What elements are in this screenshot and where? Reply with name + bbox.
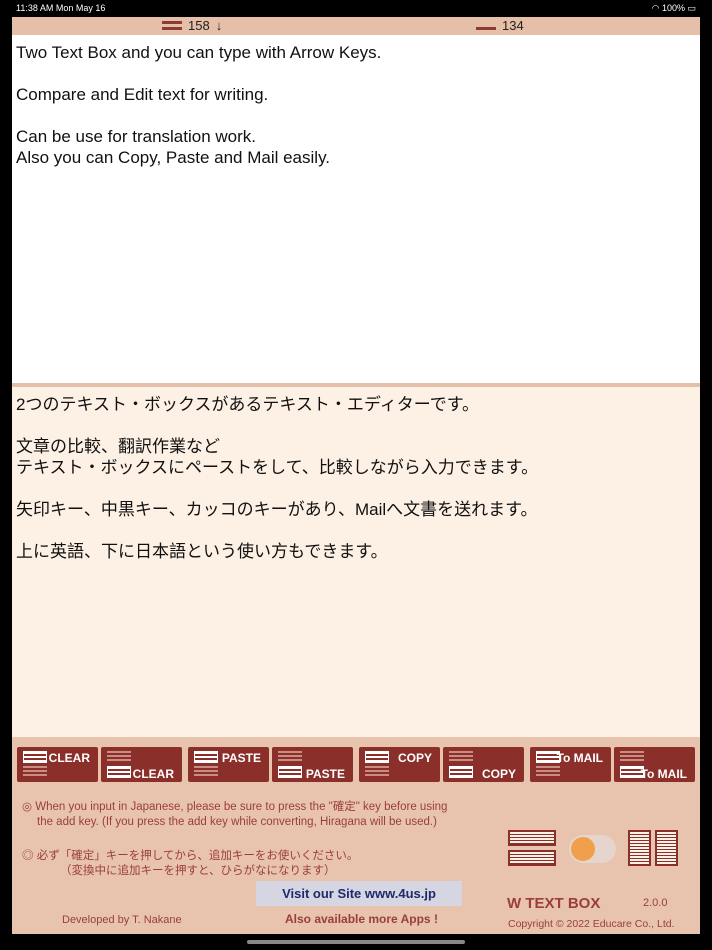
top-bar: 158 ↓ 134 xyxy=(12,17,700,35)
lower-text-content[interactable]: 2つのテキスト・ボックスがあるテキスト・エディターです。 文章の比較、翻訳作業など… xyxy=(12,387,700,569)
home-indicator[interactable] xyxy=(247,940,465,944)
english-note: ◎ When you input in Japanese, please be … xyxy=(22,800,447,830)
left-box-icon xyxy=(628,830,651,866)
upper-box-icon xyxy=(620,751,644,763)
text-line: テキスト・ボックスにペーストをして、比較しながら入力できます。 xyxy=(16,458,539,477)
upper-box-icon xyxy=(508,830,556,846)
action-button-row: CLEAR CLEAR PASTE PASTE COPY COPY To MAI… xyxy=(12,747,700,783)
japanese-note-line: （変換中に追加キーを押すと、ひらがなになります） xyxy=(60,865,336,877)
copy-lower-button[interactable]: COPY xyxy=(443,747,524,782)
lower-box-icon xyxy=(194,766,218,778)
text-line: 2つのテキスト・ボックスがあるテキスト・エディターです。 xyxy=(16,395,480,414)
lower-box-icon xyxy=(107,766,131,778)
clear-lower-button[interactable]: CLEAR xyxy=(101,747,182,782)
upper-text-content[interactable]: Two Text Box and you can type with Arrow… xyxy=(12,35,700,175)
toggle-knob xyxy=(571,837,595,861)
upper-box-icon xyxy=(365,751,389,763)
stacked-layout-icon[interactable] xyxy=(508,830,556,866)
text-line: 矢印キー、中黒キー、カッコのキーがあり、Mailへ文書を送れます。 xyxy=(16,500,538,519)
button-label: To MAIL xyxy=(556,751,603,765)
paste-lower-button[interactable]: PASTE xyxy=(272,747,353,782)
button-label: COPY xyxy=(481,767,516,781)
clear-upper-button[interactable]: CLEAR xyxy=(17,747,98,782)
button-label: To MAIL xyxy=(640,767,687,781)
japanese-note: ◎ 必ず「確定」キーを押してから、追加キーをお使いください。 （変換中に追加キー… xyxy=(22,849,358,879)
status-battery: ◠ 100% ▭ xyxy=(652,3,696,14)
text-line: Also you can Copy, Paste and Mail easily… xyxy=(16,148,331,167)
layout-toggle[interactable] xyxy=(569,835,616,863)
upper-count-indicator: 158 ↓ xyxy=(162,18,222,33)
button-label: PASTE xyxy=(305,767,345,781)
copyright: Copyright © 2022 Educare Co., Ltd. xyxy=(508,918,675,930)
text-line xyxy=(16,520,696,541)
text-line xyxy=(16,478,696,499)
copy-upper-button[interactable]: COPY xyxy=(359,747,440,782)
lower-count: 134 xyxy=(502,18,524,33)
wifi-icon: ◠ xyxy=(651,3,660,13)
english-note-line: ◎ When you input in Japanese, please be … xyxy=(22,801,448,813)
mail-lower-button[interactable]: To MAIL xyxy=(614,747,695,782)
text-line: Can be use for translation work. xyxy=(16,127,257,146)
lower-box-icon xyxy=(278,766,302,778)
app-version: 2.0.0 xyxy=(643,897,668,909)
lower-box-icon xyxy=(476,21,496,30)
lower-box-icon xyxy=(508,850,556,866)
battery-icon: ▭ xyxy=(687,3,696,13)
button-label: CLEAR xyxy=(48,751,90,765)
app-name: W TEXT BOX xyxy=(507,895,601,912)
lower-box-icon xyxy=(449,766,473,778)
button-label: CLEAR xyxy=(132,767,174,781)
upper-box-icon xyxy=(107,751,131,763)
japanese-note-line: ◎ 必ず「確定」キーを押してから、追加キーをお使いください。 xyxy=(22,850,359,862)
down-arrow-icon: ↓ xyxy=(215,18,223,33)
english-note-line: the add key. (If you press the add key w… xyxy=(37,816,437,828)
text-line: 上に英語、下に日本語という使い方もできます。 xyxy=(16,542,388,561)
developer-credit: Developed by T. Nakane xyxy=(62,914,182,926)
side-by-side-layout-icon[interactable] xyxy=(628,830,678,866)
upper-box-icon xyxy=(194,751,218,763)
button-label: PASTE xyxy=(221,751,261,765)
visit-site-button[interactable]: Visit our Site www.4us.jp xyxy=(256,881,462,906)
lower-box-icon xyxy=(23,766,47,778)
upper-box-icon xyxy=(23,751,47,763)
mail-upper-button[interactable]: To MAIL xyxy=(530,747,611,782)
more-apps-link[interactable]: Also available more Apps ! xyxy=(285,912,438,926)
lower-box-icon xyxy=(536,766,560,778)
status-bar: 11:38 AM Mon May 16 ◠ 100% ▭ xyxy=(0,0,712,17)
upper-box-icon xyxy=(162,21,182,30)
upper-box-icon xyxy=(278,751,302,763)
right-box-icon xyxy=(655,830,678,866)
text-line: 文章の比較、翻訳作業など xyxy=(16,437,220,456)
text-line xyxy=(16,105,696,126)
paste-upper-button[interactable]: PASTE xyxy=(188,747,269,782)
status-time-date: 11:38 AM Mon May 16 xyxy=(16,3,106,13)
text-line xyxy=(16,63,696,84)
app-window: 158 ↓ 134 Two Text Box and you can type … xyxy=(12,17,700,934)
lower-text-box[interactable]: 2つのテキスト・ボックスがあるテキスト・エディターです。 文章の比較、翻訳作業など… xyxy=(12,387,700,737)
upper-text-box[interactable]: Two Text Box and you can type with Arrow… xyxy=(12,35,700,383)
lower-count-indicator: 134 xyxy=(476,18,524,33)
text-line xyxy=(16,415,696,436)
battery-percent: 100% xyxy=(661,3,685,13)
upper-count: 158 xyxy=(188,18,210,33)
button-label: COPY xyxy=(397,751,432,765)
text-line: Compare and Edit text for writing. xyxy=(16,85,269,104)
text-line: Two Text Box and you can type with Arrow… xyxy=(16,43,382,62)
upper-box-icon xyxy=(449,751,473,763)
lower-box-icon xyxy=(365,766,389,778)
